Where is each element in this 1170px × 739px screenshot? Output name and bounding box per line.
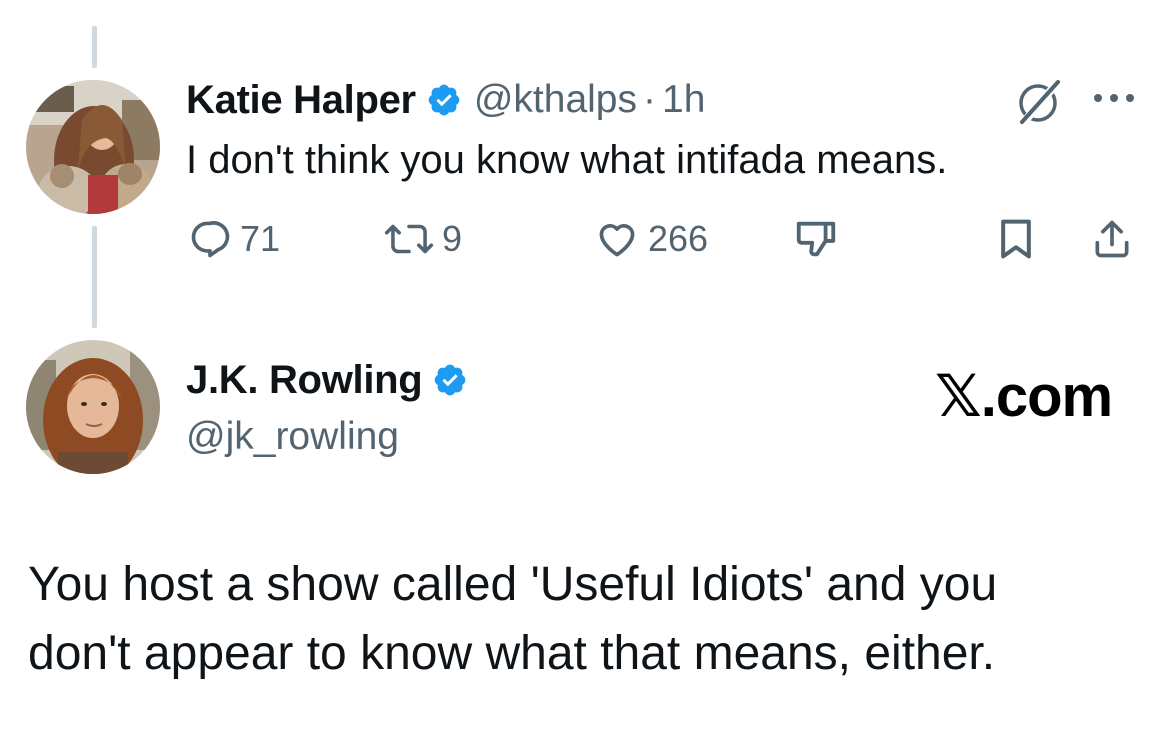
verified-badge-icon [426, 82, 462, 118]
response-tweet-text-line-2: don't appear to know what that means, ei… [28, 627, 996, 680]
avatar-katie-halper[interactable] [26, 80, 160, 214]
x-com-suffix: .com [980, 363, 1113, 429]
response-author-name[interactable]: J.K. Rowling [186, 358, 423, 403]
share-button[interactable] [1090, 214, 1134, 264]
reply-tweet-text: I don't think you know what intifada mea… [186, 138, 948, 182]
response-author-handle[interactable]: @jk_rowling [186, 412, 399, 462]
avatar-jk-rowling[interactable] [26, 340, 160, 474]
reply-action-bar: 71 9 266 [188, 214, 1138, 264]
x-com-watermark: 𝕏 .com [935, 362, 1113, 430]
reply-author-row: Katie Halper @kthalps · 1h [186, 74, 705, 126]
bookmark-icon [1001, 219, 1031, 259]
avatar-image [26, 80, 160, 214]
repost-icon [384, 224, 434, 254]
more-icon[interactable] [1090, 88, 1138, 108]
response-tweet-text-line-1: You host a show called 'Useful Idiots' a… [28, 558, 998, 611]
like-count: 266 [648, 218, 709, 259]
response-author-row: J.K. Rowling [186, 354, 468, 406]
x-logo: 𝕏 [935, 362, 982, 430]
grok-slash-icon[interactable] [1012, 76, 1064, 128]
repost-button[interactable]: 9 [384, 214, 462, 264]
bookmark-button[interactable] [996, 214, 1036, 264]
repost-count: 9 [442, 218, 463, 259]
reply-author-name[interactable]: Katie Halper [186, 78, 416, 123]
thumbs-down-icon [796, 221, 836, 257]
heart-icon [599, 224, 635, 257]
avatar-image [26, 340, 160, 474]
reply-icon [191, 221, 230, 258]
verified-badge-icon [432, 362, 468, 398]
reply-count: 71 [240, 218, 281, 259]
meta-separator: · [643, 78, 656, 121]
thread-line-top [92, 26, 97, 68]
dislike-button[interactable] [792, 214, 840, 264]
reply-author-handle[interactable]: @kthalps [474, 78, 637, 122]
thread-line-bottom [92, 226, 97, 328]
share-icon [1095, 220, 1129, 258]
reply-time[interactable]: 1h [662, 78, 705, 122]
reply-button[interactable]: 71 [188, 214, 280, 264]
like-button[interactable]: 266 [594, 214, 708, 264]
